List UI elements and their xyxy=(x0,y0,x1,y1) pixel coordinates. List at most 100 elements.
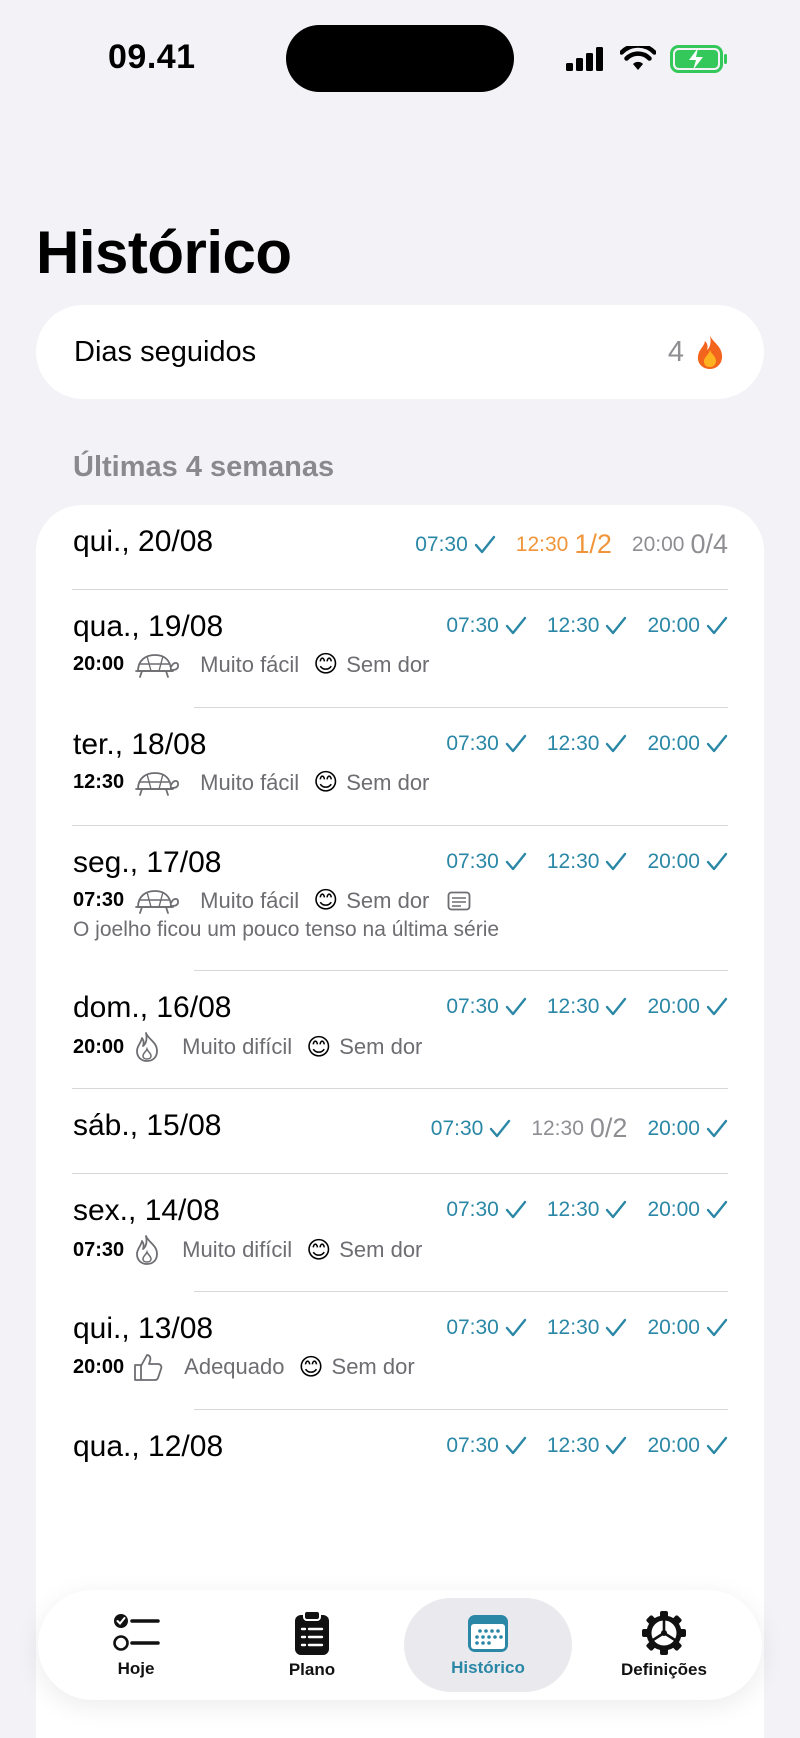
dose-time: 20:00 xyxy=(647,995,700,1018)
effort-icon-wrap xyxy=(132,769,180,797)
status-icons xyxy=(566,42,728,76)
dose-done: 07:30 xyxy=(446,850,527,874)
session-note: O joelho ficou um pouco tenso na última … xyxy=(73,918,500,941)
day-date: qui., 20/08 xyxy=(73,525,214,558)
dose-time: 07:30 xyxy=(446,732,499,755)
session-detail: 20:00 Muito fácil 😊 Sem dor xyxy=(73,650,429,679)
day-date: qua., 19/08 xyxy=(73,610,224,643)
dose-done: 07:30 xyxy=(415,533,496,557)
day-date: ter., 18/08 xyxy=(73,728,207,761)
session-time: 20:00 xyxy=(73,1355,125,1378)
pain-label: Sem dor xyxy=(331,1354,415,1379)
note-icon-wrap xyxy=(447,891,471,911)
dose-done: 12:30 xyxy=(547,850,628,874)
history-day-row[interactable]: qui., 20/08 07:30 12:30 1/2 20:00 0/4 xyxy=(36,525,764,590)
check-icon xyxy=(505,997,527,1016)
check-icon xyxy=(606,1318,627,1337)
dose-done: 07:30 xyxy=(446,1434,527,1458)
effort-icon-wrap xyxy=(132,1352,164,1382)
dose-time: 20:00 xyxy=(647,1116,700,1140)
tab-bar: Hoje Plano Histórico Definições xyxy=(38,1590,762,1700)
dose-done: 20:00 xyxy=(647,995,728,1019)
day-doses: 07:30 12:30 20:00 xyxy=(446,995,728,1019)
check-icon xyxy=(706,1318,728,1337)
effort-icon-wrap xyxy=(132,1234,162,1266)
status-time: 09.41 xyxy=(108,38,196,76)
pain-label: Sem dor xyxy=(339,1237,423,1262)
day-date: sáb., 15/08 xyxy=(73,1109,222,1142)
check-icon xyxy=(606,852,627,871)
dose-fraction: 1/2 xyxy=(574,529,612,559)
dose-time: 12:30 xyxy=(531,1116,584,1140)
dose-time: 12:30 xyxy=(546,850,600,873)
history-day-row[interactable]: seg., 17/08 07:30 12:30 20:00 07:30 Muito fá… xyxy=(36,846,764,972)
dose-time: 07:30 xyxy=(446,1434,499,1457)
turtle-icon xyxy=(135,653,180,678)
check-icon xyxy=(606,734,627,753)
dose-time: 07:30 xyxy=(415,532,468,556)
smile-emoji-icon: 😊 xyxy=(306,1236,332,1264)
session-time: 07:30 xyxy=(73,889,125,911)
session-detail: 12:30 Muito fácil 😊 Sem dor xyxy=(73,768,429,797)
check-icon xyxy=(706,852,728,871)
day-doses: 07:30 12:30 20:00 xyxy=(446,1434,728,1458)
dose-done: 07:30 xyxy=(446,1316,527,1340)
effort-icon-wrap xyxy=(132,887,180,915)
check-icon xyxy=(706,616,728,635)
history-day-row[interactable]: dom., 16/08 07:30 12:30 20:00 20:00 Muito di… xyxy=(36,991,764,1091)
effort-label: Adequado xyxy=(184,1354,285,1379)
dose-done: 12:30 xyxy=(547,614,628,638)
dose-done: 20:00 xyxy=(647,1434,728,1458)
dose-done: 07:30 xyxy=(431,1117,512,1141)
dose-done: 12:30 xyxy=(547,1316,628,1340)
day-doses: 07:30 12:30 0/2 20:00 xyxy=(431,1113,728,1144)
check-icon xyxy=(505,1318,527,1337)
history-day-row[interactable]: qua., 12/08 07:30 12:30 20:00 xyxy=(36,1430,764,1495)
dose-done: 07:30 xyxy=(446,732,527,756)
dose-time: 20:00 xyxy=(647,850,700,873)
check-icon xyxy=(706,1200,728,1219)
dose-done: 20:00 xyxy=(647,850,728,874)
history-day-row[interactable]: sáb., 15/08 07:30 12:30 0/2 20:00 xyxy=(36,1109,764,1174)
dose-done: 12:30 xyxy=(547,1434,628,1458)
day-date: qui., 13/08 xyxy=(73,1312,214,1345)
dose-time: 12:30 xyxy=(546,1198,600,1221)
history-day-row[interactable]: qui., 13/08 07:30 12:30 20:00 20:00 Adequado… xyxy=(36,1312,764,1412)
dose-time: 07:30 xyxy=(446,1198,499,1221)
check-icon xyxy=(505,852,527,871)
tab-historico[interactable]: Histórico xyxy=(404,1598,572,1692)
row-divider xyxy=(72,1173,728,1174)
dose-time: 20:00 xyxy=(647,1434,700,1457)
row-divider xyxy=(194,1409,728,1410)
session-detail: 07:30 Muito fácil 😊 Sem dor xyxy=(73,886,471,915)
dose-done: 07:30 xyxy=(446,1198,527,1222)
smile-emoji-icon: 😊 xyxy=(313,769,339,796)
dose-time: 20:00 xyxy=(647,614,700,637)
history-day-row[interactable]: qua., 19/08 07:30 12:30 20:00 20:00 Muito fá… xyxy=(36,610,764,710)
history-day-row[interactable]: ter., 18/08 07:30 12:30 20:00 12:30 Muito fá… xyxy=(36,728,764,828)
day-date: qua., 12/08 xyxy=(73,1430,224,1463)
check-icon xyxy=(606,1436,627,1455)
history-list: qui., 20/08 07:30 12:30 1/2 20:00 0/4 qua., 19… xyxy=(36,505,764,1738)
dose-done: 20:00 xyxy=(647,1316,728,1340)
history-day-row[interactable]: sex., 14/08 07:30 12:30 20:00 07:30 Muito di… xyxy=(36,1194,764,1294)
dose-done: 07:30 xyxy=(446,995,527,1019)
tab-plano[interactable]: Plano xyxy=(228,1598,396,1692)
row-divider xyxy=(72,825,728,826)
tab-label: Plano xyxy=(288,1660,336,1679)
session-time: 12:30 xyxy=(73,771,125,793)
streak-value: 4 xyxy=(667,335,684,368)
tab-label: Hoje xyxy=(117,1659,155,1678)
battery-charging-icon xyxy=(670,45,727,73)
note-icon xyxy=(447,891,471,910)
tab-hoje[interactable]: Hoje xyxy=(52,1598,220,1692)
day-doses: 07:30 12:30 20:00 xyxy=(446,1316,728,1340)
page-title: Histórico xyxy=(36,219,292,286)
gear-icon xyxy=(642,1611,686,1655)
check-icon xyxy=(505,616,527,635)
effort-icon-wrap xyxy=(132,651,180,679)
dose-time: 12:30 xyxy=(515,532,569,556)
session-time: 20:00 xyxy=(73,1035,125,1058)
smile-emoji-icon: 😊 xyxy=(313,651,339,678)
tab-definicoes[interactable]: Definições xyxy=(580,1598,748,1692)
